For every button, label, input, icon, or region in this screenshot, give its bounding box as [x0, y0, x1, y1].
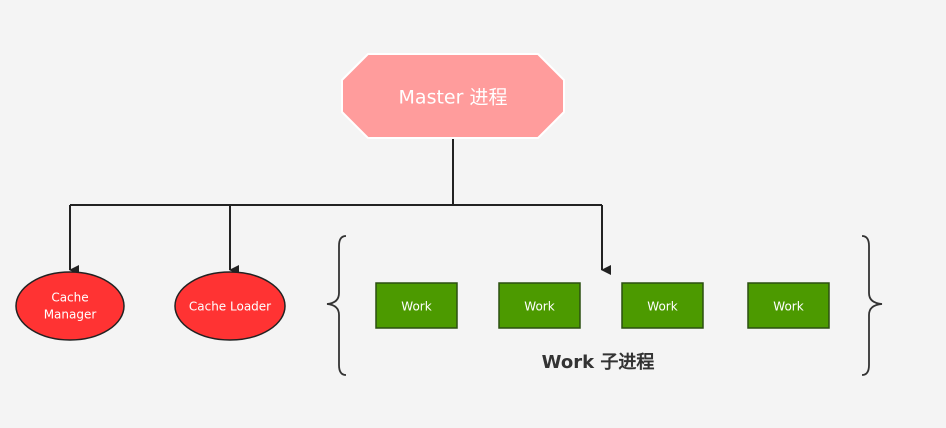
- worker-label: Work: [401, 300, 431, 314]
- right-brace: [861, 235, 883, 376]
- worker-node: Work: [621, 282, 704, 329]
- worker-node: Work: [375, 282, 458, 329]
- left-brace: [326, 235, 347, 376]
- cache-loader-node: Cache Loader: [174, 271, 286, 341]
- cache-manager-label-line2: Manager: [44, 308, 97, 322]
- master-node: Master 进程: [341, 53, 565, 139]
- master-label: Master 进程: [399, 87, 508, 109]
- cache-loader-label: Cache Loader: [189, 300, 271, 314]
- worker-label: Work: [773, 300, 803, 314]
- process-diagram: Master 进程 Cache Manager Cache Loader Wor…: [15, 53, 883, 376]
- worker-node: Work: [747, 282, 830, 329]
- worker-label: Work: [647, 300, 677, 314]
- cache-manager-shape: [15, 271, 125, 341]
- connectors: [69, 138, 611, 275]
- worker-label: Work: [524, 300, 554, 314]
- worker-node: Work: [498, 282, 581, 329]
- worker-group: Work Work Work Work Work 子进程: [375, 282, 830, 373]
- worker-group-label: Work 子进程: [542, 352, 655, 373]
- cache-manager-node: Cache Manager: [15, 271, 125, 341]
- cache-manager-label-line1: Cache: [51, 291, 88, 305]
